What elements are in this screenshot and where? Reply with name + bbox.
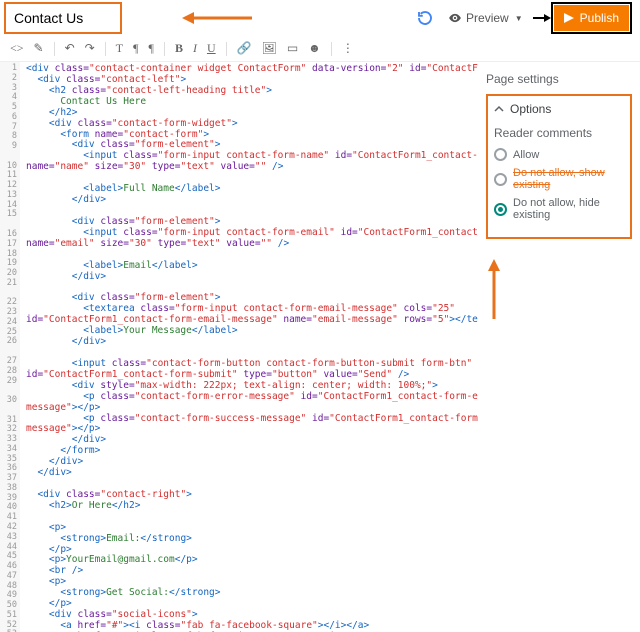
redo-icon[interactable]: ↷	[85, 41, 95, 56]
page-settings-sidebar: Page settings Options Reader comments Al…	[478, 62, 640, 632]
radio-selected-icon	[494, 203, 507, 216]
publish-button[interactable]: Publish	[554, 5, 629, 31]
code-editor[interactable]: 1234567891011121314151617181920212223242…	[0, 62, 478, 632]
header-bar: Preview ▼ Publish	[0, 0, 640, 36]
emoji-icon[interactable]: ☻	[308, 41, 321, 56]
rtl-icon[interactable]: ¶	[149, 41, 154, 56]
radio-icon	[494, 173, 507, 186]
undo-icon[interactable]: ↶	[65, 41, 75, 56]
page-title-input[interactable]	[8, 6, 118, 30]
options-highlight-box: Options Reader comments Allow Do not all…	[486, 94, 632, 239]
radio-icon	[494, 148, 507, 161]
radio-hide-label: Do not allow, hide existing	[513, 197, 624, 221]
line-gutter: 1234567891011121314151617181920212223242…	[0, 62, 20, 632]
arrow-annotation-preview	[533, 12, 551, 24]
code-content[interactable]: <div class="contact-container widget Con…	[22, 62, 478, 632]
chevron-down-icon[interactable]: ▼	[515, 14, 523, 23]
play-icon	[564, 13, 576, 23]
editor-toolbar: <> ✎ ↶ ↷ Ƭ ¶ ¶ B I U 🔗 🖼 ▭ ☻ ⋮	[0, 36, 640, 62]
video-icon[interactable]: ▭	[287, 41, 298, 56]
italic-icon[interactable]: I	[193, 41, 197, 56]
page-settings-title: Page settings	[486, 72, 632, 86]
html-view-icon[interactable]: <>	[10, 41, 24, 56]
eye-icon	[448, 11, 462, 25]
chevron-up-icon	[494, 104, 504, 114]
format-icon[interactable]: Ƭ	[116, 41, 123, 56]
title-highlight-box	[4, 2, 122, 34]
pencil-icon[interactable]: ✎	[34, 41, 44, 56]
more-icon[interactable]: ⋮	[342, 41, 354, 56]
radio-show-label: Do not allow, show existing	[513, 167, 624, 191]
refresh-icon[interactable]	[416, 9, 434, 27]
image-icon[interactable]: 🖼	[262, 41, 277, 56]
radio-allow-label: Allow	[513, 149, 539, 161]
radio-hide-existing[interactable]: Do not allow, hide existing	[494, 197, 624, 221]
paragraph-icon[interactable]: ¶	[133, 41, 138, 56]
reader-comments-heading: Reader comments	[494, 126, 624, 140]
underline-icon[interactable]: U	[207, 41, 216, 56]
options-toggle[interactable]: Options	[494, 102, 624, 116]
preview-label: Preview	[466, 11, 509, 25]
radio-allow[interactable]: Allow	[494, 148, 624, 161]
publish-label: Publish	[580, 11, 619, 25]
arrow-left-annotation	[182, 10, 252, 26]
main-area: 1234567891011121314151617181920212223242…	[0, 62, 640, 632]
radio-show-existing[interactable]: Do not allow, show existing	[494, 167, 624, 191]
publish-highlight-box: Publish	[551, 2, 632, 34]
arrow-up-annotation	[486, 259, 632, 319]
bold-icon[interactable]: B	[175, 41, 183, 56]
options-label: Options	[510, 102, 551, 116]
preview-button[interactable]: Preview ▼	[442, 7, 529, 29]
link-icon[interactable]: 🔗	[237, 41, 252, 56]
